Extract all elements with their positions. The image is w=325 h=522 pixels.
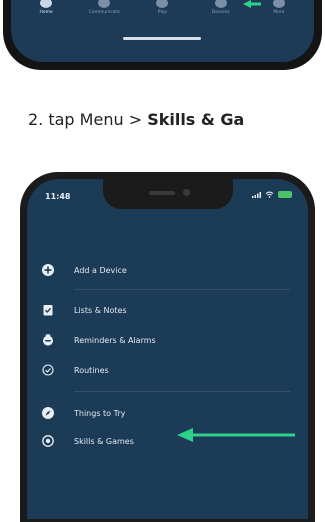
menu-item-label: Things to Try [74, 408, 126, 418]
routine-check-icon [42, 364, 54, 376]
devices-icon [214, 0, 227, 8]
instruction-prefix: 2. tap Menu > [28, 110, 148, 129]
top-phone-screen: Home Communicate Play Devices More [11, 0, 314, 62]
menu-divider [74, 289, 290, 290]
instruction-step: 2. tap Menu > Skills & Ga [28, 110, 244, 129]
plus-circle-icon [42, 264, 54, 276]
menu-item-label: Routines [74, 365, 109, 375]
alarm-icon [43, 334, 53, 346]
pointer-arrow-icon [177, 428, 295, 442]
camera-icon [183, 189, 190, 196]
checklist-icon [43, 305, 53, 316]
status-icons [252, 191, 292, 198]
tab-play[interactable]: Play [137, 0, 187, 15]
wifi-icon [265, 191, 274, 198]
play-icon [156, 0, 169, 8]
menu-item-label: Lists & Notes [74, 305, 127, 315]
tab-label: More [273, 10, 285, 15]
pointer-arrow-icon [243, 0, 261, 8]
bottom-tab-bar: Home Communicate Play Devices More [11, 0, 314, 40]
tab-label: Communicate [88, 10, 120, 15]
menu-item-label: Add a Device [74, 265, 127, 275]
tab-label: Home [39, 10, 53, 15]
compass-icon [42, 407, 54, 419]
bottom-phone-frame: 11:48 Add a Device Lists & Notes Reminde… [20, 172, 315, 522]
home-icon [40, 0, 53, 8]
menu-item-label: Skills & Games [74, 436, 134, 446]
tab-label: Play [157, 10, 168, 15]
tab-more[interactable]: More [254, 0, 304, 15]
home-indicator [123, 37, 201, 40]
menu-item-skills-games[interactable]: Skills & Games [27, 428, 308, 452]
menu-item-label: Reminders & Alarms [74, 335, 156, 345]
menu-divider [74, 391, 290, 392]
tab-communicate[interactable]: Communicate [79, 0, 129, 15]
battery-icon [278, 191, 292, 198]
chat-icon [98, 0, 111, 8]
menu-item-things-to-try[interactable]: Things to Try [27, 402, 308, 424]
bottom-phone-screen: 11:48 Add a Device Lists & Notes Reminde… [27, 179, 308, 519]
status-time: 11:48 [45, 192, 71, 201]
menu-item-routines[interactable]: Routines [27, 359, 308, 381]
menu-icon [272, 0, 285, 8]
instruction-target: Skills & Ga [147, 110, 245, 129]
location-pin-icon [42, 435, 54, 447]
phone-notch [103, 179, 233, 209]
speaker-grille [149, 191, 175, 195]
tab-devices[interactable]: Devices [196, 0, 246, 15]
menu-item-reminders-alarms[interactable]: Reminders & Alarms [27, 329, 308, 351]
top-phone-frame: Home Communicate Play Devices More [3, 0, 322, 70]
menu-item-add-device[interactable]: Add a Device [27, 259, 308, 281]
signal-icon [252, 191, 261, 198]
tab-label: Devices [211, 10, 230, 15]
tab-home[interactable]: Home [21, 0, 71, 15]
menu-item-lists-notes[interactable]: Lists & Notes [27, 299, 308, 321]
